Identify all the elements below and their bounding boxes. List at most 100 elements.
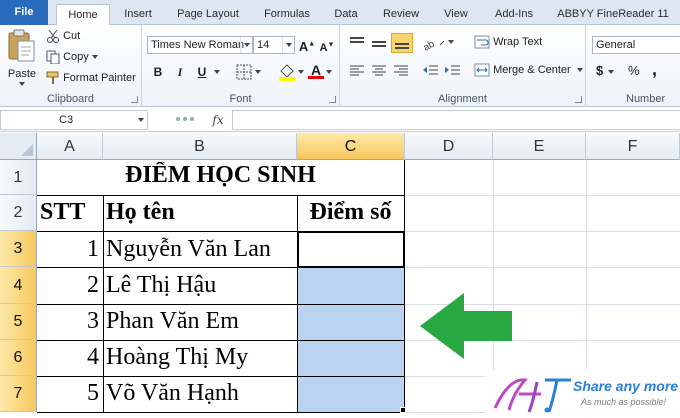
row-header-6[interactable]: 6 [0, 340, 37, 376]
formula-input[interactable] [232, 110, 680, 130]
fill-color-dropdown-icon[interactable] [298, 70, 304, 74]
formula-bar-grip-icon-3 [190, 117, 194, 121]
header-diem-so[interactable]: Điểm số [297, 199, 404, 226]
increase-indent-icon [445, 65, 460, 75]
row-header-1[interactable]: 1 [0, 160, 37, 195]
column-header-b[interactable]: B [103, 133, 297, 160]
tab-insert[interactable]: Insert [116, 4, 160, 25]
orientation-dropdown-icon[interactable] [448, 40, 454, 44]
cell-name[interactable]: Võ Văn Hạnh [106, 380, 296, 407]
format-painter-button[interactable]: Format Painter [46, 71, 136, 85]
font-name-combo[interactable]: Times New Roman [147, 36, 253, 54]
cell-stt[interactable]: 3 [37, 308, 99, 335]
wrap-text-button[interactable]: Wrap Text [474, 35, 542, 49]
font-size-combo[interactable]: 14 [253, 36, 295, 54]
align-middle-button[interactable] [370, 35, 388, 54]
fill-handle[interactable] [400, 407, 406, 413]
row-header-5[interactable]: 5 [0, 304, 37, 340]
paste-button[interactable]: Paste [6, 29, 38, 87]
tab-home[interactable]: Home [56, 4, 110, 26]
column-header-d[interactable]: D [405, 133, 493, 160]
shrink-font-button[interactable]: A▼ [317, 36, 337, 54]
font-color-dropdown-icon[interactable] [326, 70, 332, 74]
currency-button[interactable]: $ [596, 63, 603, 78]
font-name-dropdown-icon[interactable] [240, 37, 252, 53]
cell-title[interactable]: ĐIỂM HỌC SINH [37, 162, 404, 189]
align-top-button[interactable] [348, 35, 366, 54]
green-arrow-icon [420, 293, 512, 359]
active-cell-c3[interactable] [297, 231, 405, 268]
cell-name[interactable]: Phan Văn Em [106, 308, 296, 335]
cell-stt[interactable]: 4 [37, 344, 99, 371]
name-box[interactable]: C3 [0, 110, 148, 130]
align-right-button[interactable] [392, 63, 410, 82]
header-stt[interactable]: STT [40, 199, 102, 226]
header-ho-ten[interactable]: Họ tên [106, 199, 296, 226]
align-top-icon [350, 37, 364, 43]
font-name-value: Times New Roman [151, 39, 245, 51]
tab-data[interactable]: Data [328, 4, 364, 25]
wrap-text-label: Wrap Text [493, 35, 543, 48]
grow-font-button[interactable]: A▲ [297, 36, 317, 54]
copy-icon [46, 50, 60, 64]
tab-add-ins[interactable]: Add-Ins [488, 4, 540, 25]
font-color-button[interactable]: A [308, 62, 324, 79]
cell-stt[interactable]: 5 [37, 380, 99, 407]
row-header-2[interactable]: 2 [0, 195, 37, 231]
comma-icon: , [652, 59, 658, 79]
format-painter-label: Format Painter [63, 71, 136, 84]
font-size-dropdown-icon[interactable] [282, 37, 294, 53]
align-bottom-button[interactable] [391, 33, 413, 53]
column-header-c[interactable]: C [297, 133, 405, 160]
cell-stt[interactable]: 2 [37, 272, 99, 299]
font-size-value: 14 [257, 39, 270, 51]
align-center-button[interactable] [370, 63, 388, 82]
copy-dropdown-icon[interactable] [91, 55, 98, 59]
row-header-4[interactable]: 4 [0, 267, 37, 304]
italic-button[interactable]: I [170, 63, 190, 81]
tab-page-layout[interactable]: Page Layout [170, 4, 246, 25]
cell-name[interactable]: Hoàng Thị My [106, 344, 296, 371]
cell-name[interactable]: Lê Thị Hậu [106, 272, 296, 299]
tab-formulas[interactable]: Formulas [256, 4, 318, 25]
comma-button[interactable]: , [652, 59, 657, 80]
font-group: Times New Roman 14 A▲ A▼ B I U A Font [142, 25, 340, 107]
paste-dropdown-icon[interactable] [19, 82, 25, 86]
align-left-button[interactable] [348, 63, 366, 82]
decrease-indent-button[interactable] [422, 63, 440, 82]
alignment-launcher-icon[interactable] [575, 96, 582, 103]
clipboard-launcher-icon[interactable] [131, 96, 138, 103]
borders-button[interactable] [236, 64, 252, 83]
cell-stt[interactable]: 1 [37, 236, 99, 263]
percent-button[interactable]: % [628, 63, 640, 78]
borders-dropdown-icon[interactable] [255, 70, 261, 74]
merge-center-button[interactable]: Merge & Center [474, 63, 583, 77]
column-header-a[interactable]: A [37, 133, 103, 160]
copy-button[interactable]: Copy [46, 50, 98, 64]
merge-center-dropdown-icon[interactable] [576, 68, 583, 72]
increase-indent-button[interactable] [444, 63, 462, 82]
scissors-icon [47, 29, 59, 43]
name-box-dropdown-icon[interactable] [138, 118, 144, 122]
tab-file[interactable]: File [0, 0, 48, 25]
select-all-button[interactable] [0, 133, 37, 160]
row-header-7[interactable]: 7 [0, 376, 37, 412]
ribbon: Paste Cut Copy Format Painter Clipboard … [0, 25, 680, 107]
cell-name[interactable]: Nguyễn Văn Lan [106, 236, 296, 263]
bold-button[interactable]: B [148, 63, 168, 81]
underline-button[interactable]: U [192, 63, 212, 81]
insert-function-button[interactable]: fx [205, 110, 231, 130]
tab-review[interactable]: Review [376, 4, 426, 25]
column-header-f[interactable]: F [586, 133, 680, 160]
cut-button[interactable]: Cut [46, 29, 80, 43]
underline-dropdown-icon[interactable] [214, 70, 220, 74]
orientation-button[interactable]: ab [421, 35, 446, 54]
column-header-e[interactable]: E [493, 133, 586, 160]
tab-abbyy[interactable]: ABBYY FineReader 11 [552, 4, 674, 25]
font-launcher-icon[interactable] [329, 96, 336, 103]
number-format-combo[interactable]: General [592, 36, 680, 54]
currency-dropdown-icon[interactable] [608, 70, 614, 74]
row-header-3[interactable]: 3 [0, 231, 37, 267]
fill-color-button[interactable] [278, 63, 296, 84]
tab-view[interactable]: View [436, 4, 476, 25]
